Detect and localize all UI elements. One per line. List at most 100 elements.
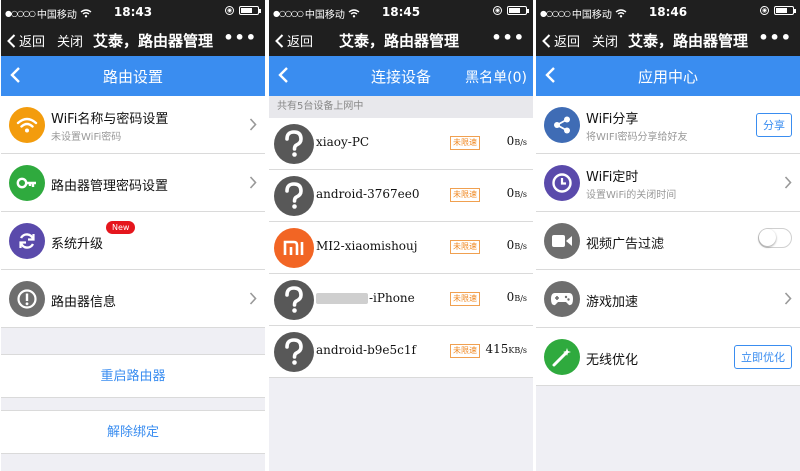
game-boost-item[interactable]: 游戏加速 <box>536 270 800 328</box>
wechat-title-bar: 返回 关闭 艾泰，路由器管理 ••• <box>1 24 265 56</box>
chevron-left-icon <box>542 33 551 48</box>
row-title: WiFi名称与密码设置 <box>51 112 169 127</box>
nav-title: 路由设置 <box>102 68 163 86</box>
device-speed: 0B/s <box>507 134 527 148</box>
speed-limit-badge[interactable]: 未限速 <box>450 240 480 254</box>
screen-connected-devices: ●○○○○ 中国移动 18:45 ◉ 返回 艾泰，路由器管理 ••• 连接设备 … <box>269 0 533 471</box>
battery-icon <box>507 6 529 15</box>
chevron-left-icon <box>7 33 16 48</box>
nav-bar: 路由设置 <box>1 56 265 96</box>
system-upgrade-item[interactable]: 系统升级 New <box>1 212 265 270</box>
orientation-lock-icon: ◉ <box>760 6 769 15</box>
page-title: 艾泰，路由器管理 <box>339 32 460 50</box>
device-name: MI2-xiaomishouj <box>316 239 418 253</box>
wifi-settings-item[interactable]: WiFi名称与密码设置 未设置WiFi密码 <box>1 96 265 154</box>
more-options-button[interactable]: ••• <box>223 28 257 47</box>
info-icon <box>9 281 45 317</box>
wechat-title-bar: 返回 艾泰，路由器管理 ••• <box>269 24 533 56</box>
device-speed: 0B/s <box>507 186 527 200</box>
clock-icon <box>544 165 580 201</box>
share-button[interactable]: 分享 <box>756 113 792 137</box>
more-options-button[interactable]: ••• <box>758 28 792 47</box>
row-title: WiFi定时 <box>586 170 639 185</box>
speed-unit: KB/s <box>508 346 527 355</box>
page-title: 艾泰，路由器管理 <box>93 32 214 50</box>
device-row[interactable]: xiaoy-PC 未限速 0B/s <box>269 118 533 170</box>
devices-count-header: 共有5台设备上网中 <box>269 96 533 118</box>
router-info-item[interactable]: 路由器信息 <box>1 270 265 328</box>
row-title: 视频广告过滤 <box>586 237 665 252</box>
status-bar: ●○○○○ 中国移动 18:46 ◉ <box>536 0 800 24</box>
screen-app-center: ●○○○○ 中国移动 18:46 ◉ 返回 关闭 艾泰，路由器管理 ••• 应用… <box>536 0 800 471</box>
video-camera-icon <box>544 223 580 259</box>
orientation-lock-icon: ◉ <box>493 6 502 15</box>
speed-unit: B/s <box>514 190 527 199</box>
screen-router-settings: ●○○○○ 中国移动 18:43 ◉ 返回 关闭 艾泰，路由器管理 ••• 路由… <box>1 0 265 471</box>
row-subtitle: 未设置WiFi密码 <box>51 132 122 143</box>
speed-limit-badge[interactable]: 未限速 <box>450 188 480 202</box>
chevron-right-icon <box>784 176 792 189</box>
unknown-device-icon <box>274 176 314 216</box>
speed-unit: B/s <box>514 242 527 251</box>
gamepad-icon <box>544 281 580 317</box>
speed-limit-badge[interactable]: 未限速 <box>450 136 480 150</box>
more-options-button[interactable]: ••• <box>491 28 525 47</box>
device-row[interactable]: MI2-xiaomishouj 未限速 0B/s <box>269 222 533 274</box>
speed-limit-badge[interactable]: 未限速 <box>450 344 480 358</box>
speed-limit-badge[interactable]: 未限速 <box>450 292 480 306</box>
video-ad-filter-toggle[interactable] <box>758 228 792 248</box>
close-button[interactable]: 关闭 <box>57 31 83 50</box>
page-title: 艾泰，路由器管理 <box>628 32 749 50</box>
speed-unit: B/s <box>514 294 527 303</box>
nav-title: 应用中心 <box>637 68 698 86</box>
wifi-share-item[interactable]: WiFi分享 将WIFI密码分享给好友 分享 <box>536 96 800 154</box>
back-label: 返回 <box>287 35 314 50</box>
wifi-timer-item[interactable]: WiFi定时 设置WiFi的关闭时间 <box>536 154 800 212</box>
back-button[interactable]: 返回 <box>7 31 45 50</box>
device-row[interactable]: -iPhone 未限速 0B/s <box>269 274 533 326</box>
orientation-lock-icon: ◉ <box>225 6 234 15</box>
device-row[interactable]: android-b9e5c1f 未限速 415KB/s <box>269 326 533 378</box>
nav-bar: 连接设备 黑名单(0) <box>269 56 533 96</box>
row-subtitle: 将WIFI密码分享给好友 <box>586 132 688 143</box>
speed-value: 415 <box>485 342 509 356</box>
nav-bar: 应用中心 <box>536 56 800 96</box>
device-row[interactable]: android-3767ee0 未限速 0B/s <box>269 170 533 222</box>
optimize-now-button[interactable]: 立即优化 <box>734 345 792 369</box>
device-name: -iPhone <box>369 291 415 305</box>
status-bar: ●○○○○ 中国移动 18:43 ◉ <box>1 0 265 24</box>
device-name: xiaoy-PC <box>316 135 370 149</box>
redacted-name-blur <box>316 293 368 304</box>
blacklist-link[interactable]: 黑名单(0) <box>465 67 527 87</box>
battery-icon <box>239 6 261 15</box>
unknown-device-icon <box>274 280 314 320</box>
toggle-knob <box>759 229 776 246</box>
device-speed: 0B/s <box>507 290 527 304</box>
status-bar: ●○○○○ 中国移动 18:45 ◉ <box>269 0 533 24</box>
row-title: 游戏加速 <box>586 295 639 310</box>
wechat-title-bar: 返回 关闭 艾泰，路由器管理 ••• <box>536 24 800 56</box>
chevron-right-icon <box>249 118 257 131</box>
magic-wand-icon <box>544 339 580 375</box>
refresh-icon <box>9 223 45 259</box>
reboot-router-button[interactable]: 重启路由器 <box>1 354 265 398</box>
row-subtitle: 设置WiFi的关闭时间 <box>586 190 677 201</box>
admin-password-item[interactable]: 路由器管理密码设置 <box>1 154 265 212</box>
close-button[interactable]: 关闭 <box>592 31 618 50</box>
device-name: android-3767ee0 <box>316 187 420 201</box>
wifi-icon <box>9 107 45 143</box>
new-badge: New <box>106 221 136 234</box>
device-name: android-b9e5c1f <box>316 343 416 357</box>
battery-icon <box>774 6 796 15</box>
row-title: 路由器管理密码设置 <box>51 179 169 194</box>
unbind-button[interactable]: 解除绑定 <box>1 410 265 454</box>
chevron-right-icon <box>249 292 257 305</box>
back-button[interactable]: 返回 <box>542 31 580 50</box>
back-button[interactable]: 返回 <box>275 31 313 50</box>
unknown-device-icon <box>274 124 314 164</box>
chevron-left-icon <box>275 33 284 48</box>
back-label: 返回 <box>554 35 581 50</box>
row-title: WiFi分享 <box>586 112 639 127</box>
wireless-optimize-item: 无线优化 立即优化 <box>536 328 800 386</box>
unknown-device-icon <box>274 332 314 372</box>
